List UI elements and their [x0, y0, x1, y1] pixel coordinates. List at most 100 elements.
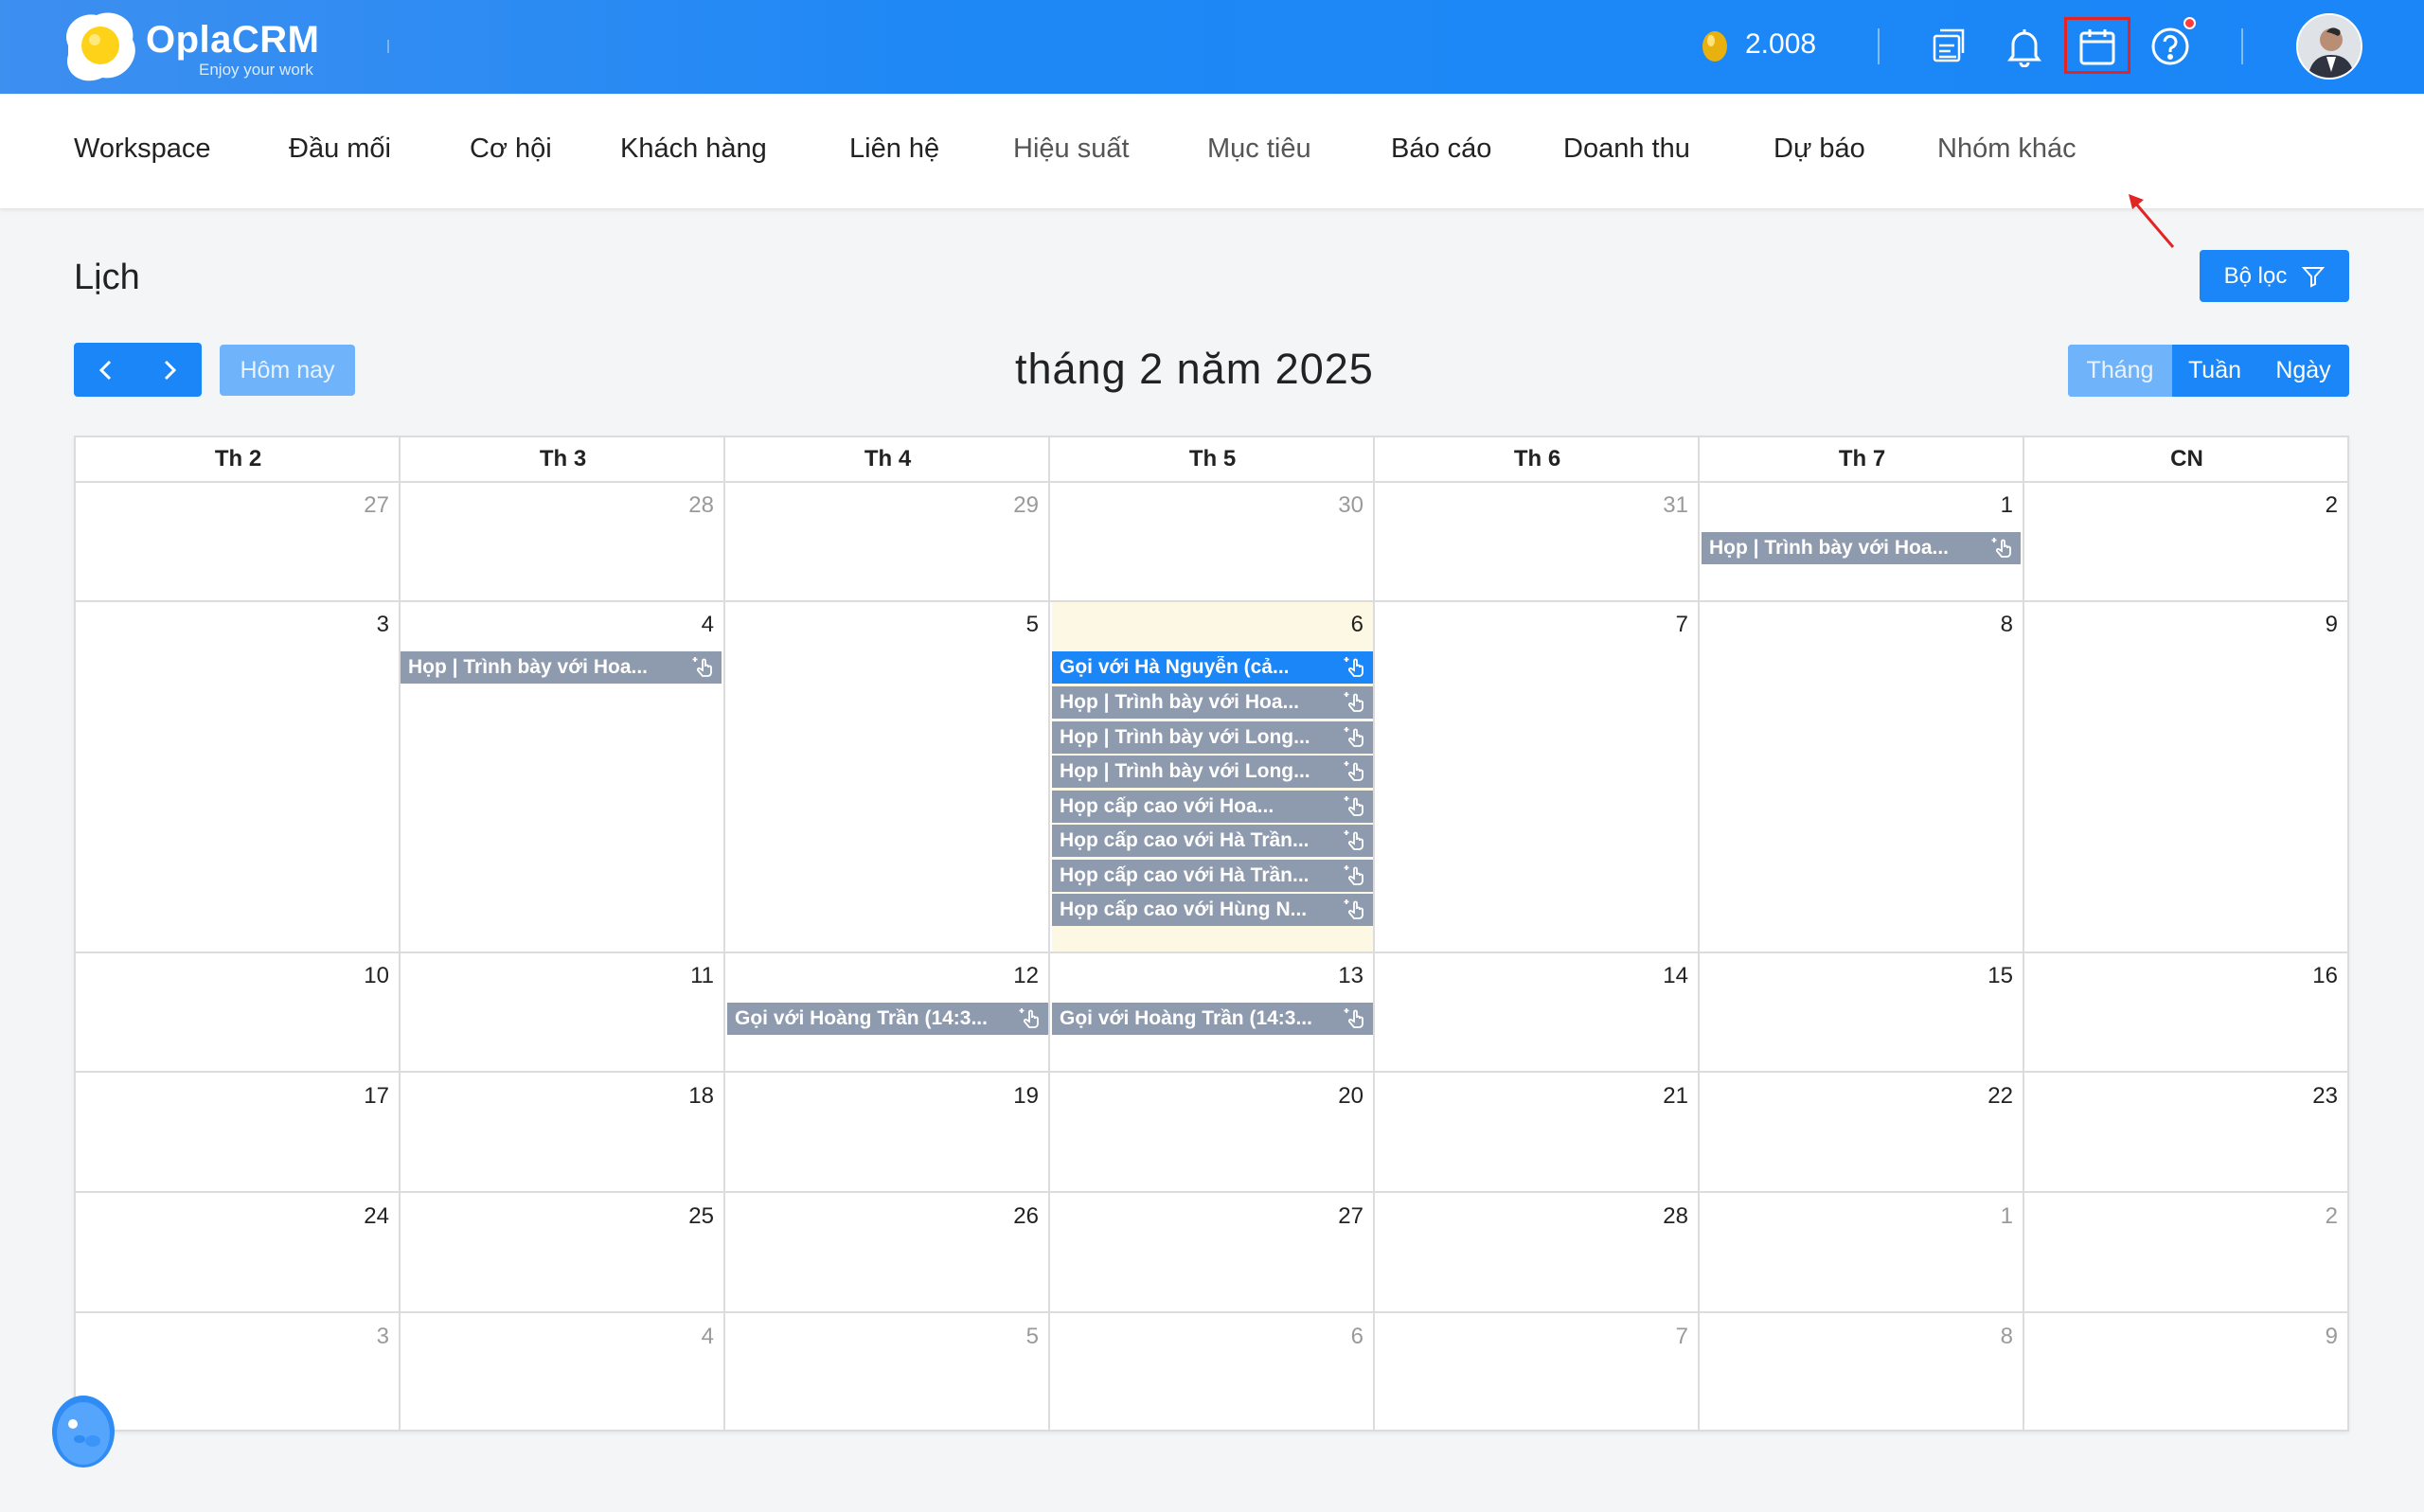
drag-hand-icon — [1339, 686, 1373, 719]
grid-line — [723, 437, 725, 1432]
day-number[interactable]: 8 — [1956, 1324, 2013, 1350]
nav-goals[interactable]: Mục tiêu — [1207, 133, 1311, 165]
chevron-left-icon — [98, 360, 111, 380]
day-number[interactable]: 15 — [1956, 963, 2013, 989]
calendar-event[interactable]: Gọi với Hà Nguyễn (cả... — [1052, 651, 1373, 684]
event-title: Họp cấp cao với Hà Trần... — [1060, 864, 1310, 886]
day-number[interactable]: 7 — [1631, 612, 1688, 638]
day-number[interactable]: 20 — [1307, 1083, 1364, 1110]
day-number[interactable]: 6 — [1307, 1324, 1364, 1350]
logo[interactable]: OplaCRM Enjoy your work — [59, 8, 343, 85]
calendar-event[interactable]: Họp | Trình bày với Long... — [1052, 756, 1373, 788]
day-number[interactable]: 12 — [982, 963, 1039, 989]
day-number[interactable]: 1 — [1956, 1203, 2013, 1230]
event-title: Gọi với Hoàng Trần (14:3... — [735, 1007, 988, 1029]
day-number[interactable]: 27 — [332, 492, 389, 519]
day-number[interactable]: 31 — [1631, 492, 1688, 519]
drag-hand-icon — [1339, 894, 1373, 926]
drag-hand-icon — [1014, 1003, 1048, 1035]
day-number[interactable]: 2 — [2281, 492, 2338, 519]
day-number[interactable]: 5 — [982, 612, 1039, 638]
weekday-header: Th 2 — [214, 446, 262, 471]
calendar-event[interactable]: Gọi với Hoàng Trần (14:3... — [1052, 1003, 1373, 1035]
view-week-button[interactable]: Tuần — [2172, 345, 2257, 397]
grid-line — [76, 600, 2348, 602]
calendar-event[interactable]: Họp cấp cao với Hà Trần... — [1052, 860, 1373, 892]
nav-leads[interactable]: Đầu mối — [289, 133, 391, 165]
bell-icon[interactable] — [1999, 21, 2050, 72]
day-number[interactable]: 3 — [332, 612, 389, 638]
nav-other-groups[interactable]: Nhóm khác — [1937, 133, 2076, 165]
filter-button-label: Bộ lọc — [2223, 262, 2288, 289]
day-number[interactable]: 28 — [657, 492, 714, 519]
day-number[interactable]: 11 — [657, 963, 714, 989]
nav-revenue[interactable]: Doanh thu — [1563, 133, 1690, 165]
report-icon[interactable] — [1926, 21, 1977, 72]
drag-hand-icon — [1987, 532, 2021, 564]
month-title: tháng 2 năm 2025 — [1015, 345, 1374, 393]
day-number[interactable]: 8 — [1956, 612, 2013, 638]
day-number[interactable]: 2 — [2281, 1203, 2338, 1230]
grid-line — [76, 1191, 2348, 1193]
today-button[interactable]: Hôm nay — [220, 345, 355, 396]
logo-tagline: Enjoy your work — [199, 61, 313, 79]
day-number[interactable]: 4 — [657, 1324, 714, 1350]
day-number[interactable]: 7 — [1631, 1324, 1688, 1350]
grid-line — [1698, 437, 1700, 1432]
day-number[interactable]: 9 — [2281, 1324, 2338, 1350]
day-number[interactable]: 29 — [982, 492, 1039, 519]
day-number[interactable]: 5 — [982, 1324, 1039, 1350]
drag-hand-icon — [1339, 791, 1373, 823]
nav-contacts[interactable]: Liên hệ — [849, 133, 939, 165]
day-number[interactable]: 30 — [1307, 492, 1364, 519]
drag-hand-icon — [1339, 860, 1373, 892]
day-number[interactable]: 21 — [1631, 1083, 1688, 1110]
calendar-event[interactable]: Họp cấp cao với Hoa... — [1052, 791, 1373, 823]
day-number[interactable]: 19 — [982, 1083, 1039, 1110]
day-number[interactable]: 14 — [1631, 963, 1688, 989]
nav-performance[interactable]: Hiệu suất — [1013, 133, 1130, 165]
day-number[interactable]: 3 — [332, 1324, 389, 1350]
calendar-event[interactable]: Họp | Trình bày với Hoa... — [1052, 686, 1373, 719]
filter-button[interactable]: Bộ lọc — [2200, 250, 2349, 302]
calendar-event[interactable]: Họp cấp cao với Hùng N... — [1052, 894, 1373, 926]
day-number[interactable]: 27 — [1307, 1203, 1364, 1230]
weekday-header: Th 4 — [864, 446, 912, 471]
calendar-event[interactable]: Họp | Trình bày với Hoa... — [401, 651, 722, 684]
divider — [2241, 28, 2243, 64]
day-number[interactable]: 25 — [657, 1203, 714, 1230]
view-month-button[interactable]: Tháng — [2068, 345, 2172, 397]
egg-logo-icon — [66, 12, 135, 81]
day-number[interactable]: 18 — [657, 1083, 714, 1110]
drag-hand-icon — [1339, 756, 1373, 788]
day-number[interactable]: 24 — [332, 1203, 389, 1230]
day-number[interactable]: 26 — [982, 1203, 1039, 1230]
avatar[interactable] — [2296, 13, 2362, 80]
next-month-button[interactable] — [138, 343, 203, 397]
day-number[interactable]: 28 — [1631, 1203, 1688, 1230]
nav-forecast[interactable]: Dự báo — [1773, 133, 1865, 165]
nav-reports[interactable]: Báo cáo — [1391, 133, 1491, 165]
day-number[interactable]: 13 — [1307, 963, 1364, 989]
day-number[interactable]: 23 — [2281, 1083, 2338, 1110]
calendar-event[interactable]: Họp | Trình bày với Long... — [1052, 721, 1373, 754]
calendar-event[interactable]: Họp | Trình bày với Hoa... — [1702, 532, 2021, 564]
view-day-button[interactable]: Ngày — [2257, 345, 2349, 397]
egg-assistant-icon[interactable] — [47, 1384, 119, 1469]
day-number[interactable]: 22 — [1956, 1083, 2013, 1110]
calendar-event[interactable]: Họp cấp cao với Hà Trần... — [1052, 825, 1373, 857]
event-title: Họp | Trình bày với Hoa... — [1060, 691, 1300, 713]
day-number[interactable]: 9 — [2281, 612, 2338, 638]
day-number[interactable]: 10 — [332, 963, 389, 989]
day-number[interactable]: 6 — [1307, 612, 1364, 638]
nav-customers[interactable]: Khách hàng — [620, 133, 767, 165]
day-number[interactable]: 16 — [2281, 963, 2338, 989]
event-title: Họp | Trình bày với Hoa... — [1709, 537, 1950, 559]
prev-month-button[interactable] — [74, 343, 138, 397]
nav-opportunities[interactable]: Cơ hội — [470, 133, 552, 165]
day-number[interactable]: 1 — [1956, 492, 2013, 519]
day-number[interactable]: 17 — [332, 1083, 389, 1110]
calendar-event[interactable]: Gọi với Hoàng Trần (14:3... — [727, 1003, 1048, 1035]
day-number[interactable]: 4 — [657, 612, 714, 638]
nav-workspace[interactable]: Workspace — [74, 133, 211, 165]
